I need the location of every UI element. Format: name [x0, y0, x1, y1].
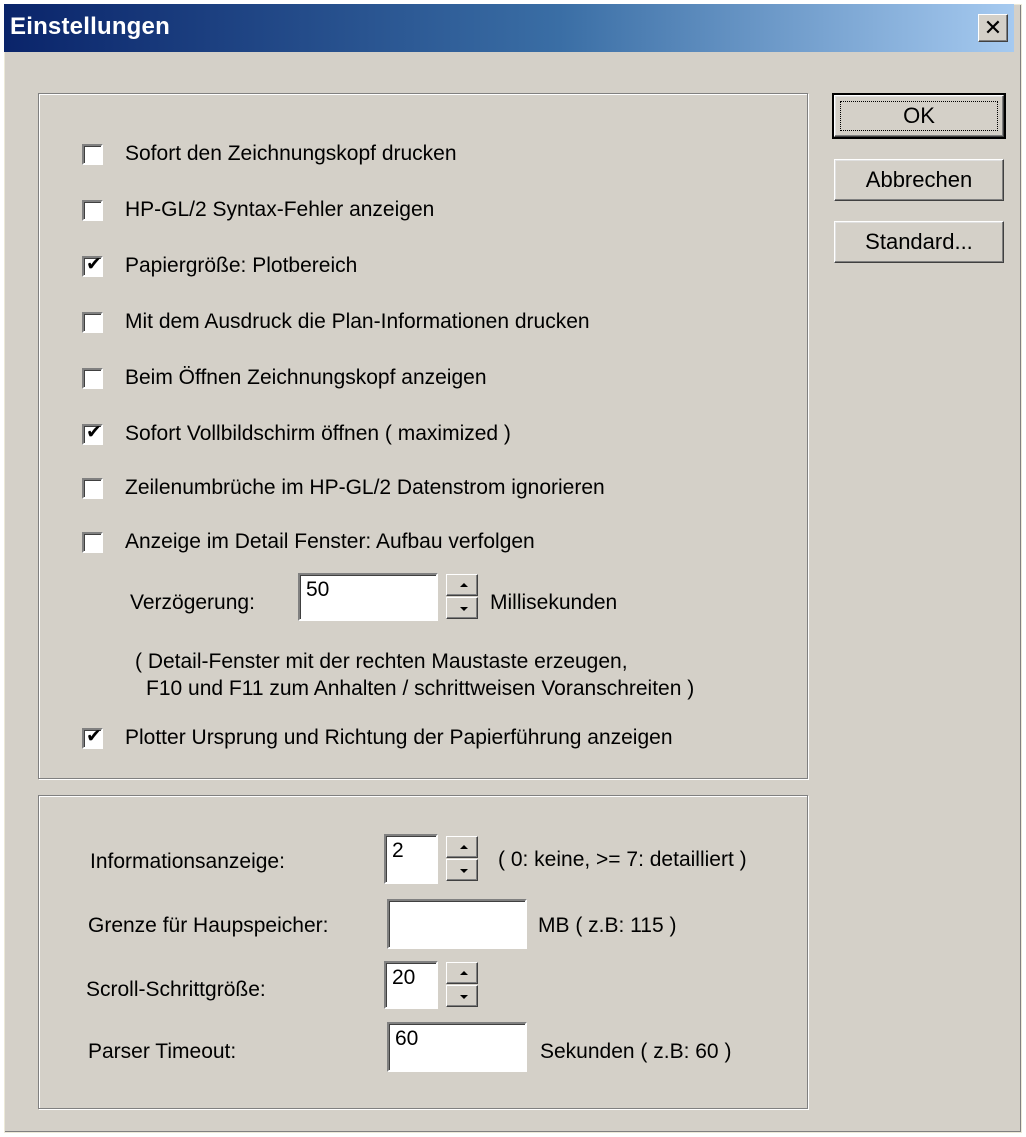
option-label: Plotter Ursprung und Richtung der Papier… [125, 726, 673, 749]
checkbox[interactable]: ✔ [82, 725, 103, 749]
check-mark-icon: ✔ [86, 253, 102, 275]
option-show-header-on-open[interactable]: Beim Öffnen Zeichnungskopf anzeigen [82, 363, 487, 393]
standard-button[interactable]: Standard... [834, 221, 1004, 263]
option-label: HP-GL/2 Syntax-Fehler anzeigen [125, 198, 435, 221]
parser-timeout-input[interactable]: 60 [387, 1022, 527, 1072]
scroll-step-spinner[interactable] [446, 962, 480, 1008]
checkbox[interactable] [82, 531, 103, 553]
info-level-hint: ( 0: keine, >= 7: detailliert ) [498, 848, 747, 871]
spin-down-button[interactable] [446, 985, 478, 1007]
option-paper-size[interactable]: ✔ Papiergröße: Plotbereich [82, 251, 357, 281]
spin-up-button[interactable] [446, 836, 478, 858]
spin-up-button[interactable] [446, 574, 478, 596]
title-bar[interactable]: Einstellungen ✕ [4, 4, 1014, 52]
option-label: Papiergröße: Plotbereich [125, 254, 358, 277]
info-level-label: Informationsanzeige: [90, 850, 285, 873]
info-level-input[interactable]: 2 [384, 834, 438, 884]
arrow-up-icon [460, 845, 468, 849]
option-label: Anzeige im Detail Fenster: Aufbau verfol… [125, 530, 535, 553]
memory-limit-hint: MB ( z.B: 115 ) [538, 914, 677, 937]
parser-timeout-hint: Sekunden ( z.B: 60 ) [540, 1040, 732, 1063]
close-button[interactable]: ✕ [978, 14, 1008, 42]
detail-hint-line-1: ( Detail-Fenster mit der rechten Maustas… [135, 650, 628, 673]
parser-timeout-label: Parser Timeout: [88, 1040, 237, 1063]
ok-button[interactable]: OK [832, 93, 1006, 139]
info-level-spinner[interactable] [446, 836, 480, 882]
dialog-title: Einstellungen [10, 13, 170, 40]
option-label: Beim Öffnen Zeichnungskopf anzeigen [125, 366, 487, 389]
scroll-step-label: Scroll-Schrittgröße: [86, 978, 266, 1001]
memory-limit-input[interactable] [387, 899, 527, 949]
memory-limit-label: Grenze für Haupspeicher: [88, 914, 329, 937]
focus-rect [840, 101, 998, 131]
spin-up-button[interactable] [446, 962, 478, 984]
option-open-maximized[interactable]: ✔ Sofort Vollbildschirm öffnen ( maximiz… [82, 419, 511, 449]
delay-spinner[interactable] [446, 574, 480, 620]
arrow-down-icon [460, 607, 468, 611]
standard-button-label: Standard... [865, 229, 973, 254]
delay-label: Verzögerung: [130, 591, 255, 614]
arrow-up-icon [460, 971, 468, 975]
option-label: Mit dem Ausdruck die Plan-Informationen … [125, 310, 590, 333]
option-print-header[interactable]: Sofort den Zeichnungskopf drucken [82, 139, 457, 169]
checkbox[interactable]: ✔ [82, 253, 103, 277]
cancel-button-label: Abbrechen [865, 167, 973, 192]
option-ignore-line-breaks[interactable]: Zeilenumbrüche im HP-GL/2 Datenstrom ign… [82, 473, 605, 503]
option-trace-detail-window[interactable]: Anzeige im Detail Fenster: Aufbau verfol… [82, 527, 535, 557]
option-label: Sofort Vollbildschirm öffnen ( maximized… [125, 422, 511, 445]
option-syntax-errors[interactable]: HP-GL/2 Syntax-Fehler anzeigen [82, 195, 434, 225]
scroll-step-input[interactable]: 20 [384, 961, 438, 1009]
option-print-plan-info[interactable]: Mit dem Ausdruck die Plan-Informationen … [82, 307, 590, 337]
checkbox[interactable] [82, 143, 103, 165]
cancel-button[interactable]: Abbrechen [834, 159, 1004, 201]
checkbox[interactable]: ✔ [82, 421, 103, 445]
arrow-up-icon [460, 583, 468, 587]
arrow-down-icon [460, 869, 468, 873]
check-mark-icon: ✔ [86, 421, 102, 443]
delay-input[interactable]: 50 [298, 573, 438, 621]
detail-hint-line-2: F10 und F11 zum Anhalten / schrittweisen… [146, 677, 695, 700]
checkbox[interactable] [82, 199, 103, 221]
close-icon: ✕ [983, 15, 1003, 40]
option-label: Sofort den Zeichnungskopf drucken [125, 142, 457, 165]
option-plotter-origin[interactable]: ✔ Plotter Ursprung und Richtung der Papi… [82, 723, 673, 753]
spin-down-button[interactable] [446, 597, 478, 619]
spin-down-button[interactable] [446, 859, 478, 881]
checkbox[interactable] [82, 311, 103, 333]
checkbox[interactable] [82, 367, 103, 389]
arrow-down-icon [460, 995, 468, 999]
check-mark-icon: ✔ [86, 725, 102, 747]
checkbox[interactable] [82, 477, 103, 499]
delay-unit: Millisekunden [490, 591, 618, 614]
option-label: Zeilenumbrüche im HP-GL/2 Datenstrom ign… [125, 476, 605, 499]
